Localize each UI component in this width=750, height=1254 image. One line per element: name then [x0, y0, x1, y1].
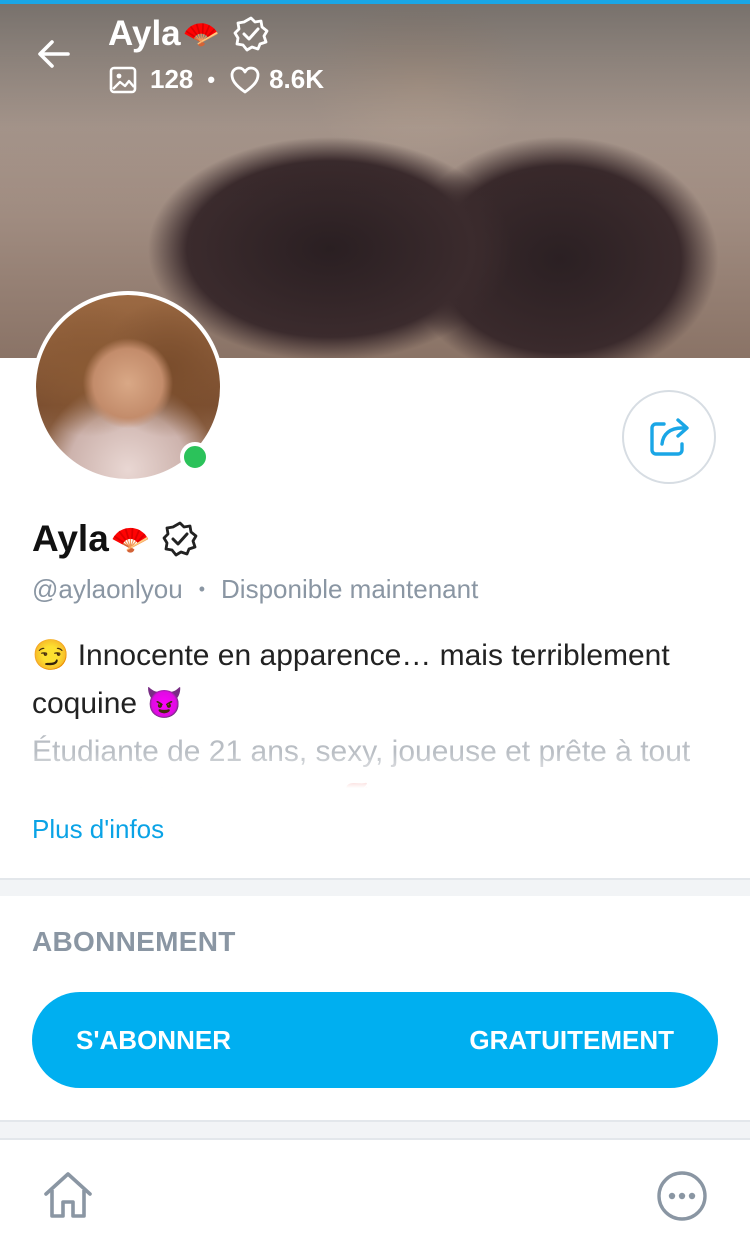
profile-bio: 😏 Innocente en apparence… mais terriblem… [32, 632, 722, 788]
image-icon [109, 66, 137, 93]
likes-count: 8.6K [269, 64, 325, 94]
cover-stats: 128 • 8.6K [108, 64, 324, 95]
handle-separator: • [198, 579, 206, 599]
back-arrow-icon[interactable] [34, 34, 74, 74]
handle-row: @aylaonlyou • Disponible maintenant [32, 574, 478, 605]
profile-name-row: Ayla 🪭 [32, 518, 199, 560]
online-status-dot [180, 442, 210, 472]
verified-badge-icon [162, 521, 198, 557]
bio-line-1: Innocente en apparence… mais terriblemen… [32, 639, 670, 720]
cover-name: Ayla [108, 14, 181, 53]
more-dots-icon[interactable] [656, 1170, 708, 1222]
section-divider [0, 1120, 750, 1138]
share-icon [650, 418, 689, 456]
fan-emoji: 🪭 [182, 17, 220, 51]
share-button[interactable] [622, 390, 716, 484]
devil-emoji: 😈 [145, 687, 183, 720]
subscribe-button[interactable]: S'ABONNER GRATUITEMENT [32, 992, 718, 1088]
cover-name-row: Ayla 🪭 [108, 12, 324, 56]
heart-icon [230, 66, 260, 93]
bottom-nav [0, 1138, 750, 1254]
subscribe-label: S'ABONNER [76, 1024, 231, 1055]
posts-count: 128 [150, 64, 194, 94]
cover-header: Ayla 🪭 128 • 8.6K [108, 12, 324, 95]
more-info-link[interactable]: Plus d'infos [32, 814, 164, 845]
profile-handle: @aylaonlyou [32, 574, 183, 604]
profile-name: Ayla [32, 518, 109, 559]
section-divider [0, 878, 750, 896]
subscription-title: ABONNEMENT [32, 926, 236, 957]
stats-separator: • [207, 66, 216, 92]
smirk-emoji: 😏 [32, 639, 70, 672]
verified-badge-icon [233, 16, 269, 52]
availability-status: Disponible maintenant [221, 574, 479, 604]
home-icon[interactable] [40, 1168, 96, 1224]
bio-line-2: Étudiante de 21 ans, sexy, joueuse et pr… [32, 735, 691, 788]
fan-emoji: 🪭 [110, 521, 151, 557]
subscribe-price: GRATUITEMENT [469, 1024, 674, 1055]
